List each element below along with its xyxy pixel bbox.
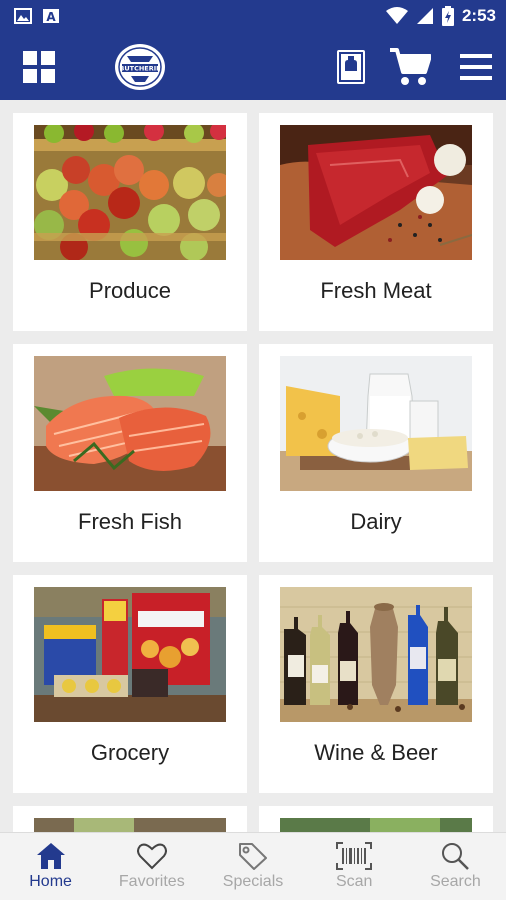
- nav-search-label: Search: [430, 873, 481, 890]
- battery-icon: [441, 6, 454, 26]
- category-tile-dairy[interactable]: Dairy: [259, 344, 493, 562]
- category-tile-fresh-meat[interactable]: Fresh Meat: [259, 113, 493, 331]
- tag-icon: [239, 843, 267, 870]
- nav-favorites-label: Favorites: [118, 873, 185, 890]
- category-tile-grocery[interactable]: Grocery: [13, 575, 247, 793]
- category-tile-produce[interactable]: Produce: [13, 113, 247, 331]
- dairy-image: [280, 356, 472, 491]
- nav-scan[interactable]: Scan: [304, 833, 405, 900]
- category-tile-partial[interactable]: [259, 806, 493, 832]
- logo-text: BUTCHERIE: [119, 65, 160, 73]
- shopping-list-icon[interactable]: [336, 49, 366, 85]
- fresh-meat-image: [280, 125, 472, 260]
- bottom-navigation: Home Favorites Specials Scan Search: [0, 832, 506, 900]
- category-tile-fresh-fish[interactable]: Fresh Fish: [13, 344, 247, 562]
- signal-icon: [416, 8, 433, 24]
- status-bar: A 2:53: [0, 0, 506, 34]
- butcherie-logo[interactable]: BUTCHERIE: [113, 42, 167, 92]
- categories-grid-icon[interactable]: [22, 50, 56, 84]
- nav-favorites[interactable]: Favorites: [101, 833, 202, 900]
- app-bar: BUTCHERIE: [0, 34, 506, 100]
- produce-image: [34, 125, 226, 260]
- nav-specials-label: Specials: [222, 873, 284, 890]
- svg-text:A: A: [46, 10, 56, 24]
- category-grid: Produce Fresh Meat Fresh Fish Dairy Groc…: [0, 100, 506, 832]
- heart-icon: [136, 843, 167, 870]
- barcode-icon: [336, 842, 373, 870]
- wine-beer-image: [280, 587, 472, 722]
- clock: 2:53: [461, 6, 496, 25]
- hamburger-menu-icon[interactable]: [459, 52, 493, 82]
- nav-scan-label: Scan: [335, 873, 373, 890]
- grocery-image: [34, 587, 226, 722]
- partial-category-image: [280, 818, 472, 832]
- category-label: Dairy: [350, 509, 402, 534]
- nav-search[interactable]: Search: [405, 833, 506, 900]
- search-icon: [442, 843, 470, 870]
- nav-home[interactable]: Home: [0, 833, 101, 900]
- category-label: Fresh Meat: [320, 278, 432, 303]
- home-icon: [36, 843, 65, 869]
- a-notification-icon: A: [43, 9, 59, 24]
- fresh-fish-image: [34, 356, 226, 491]
- category-tile-partial[interactable]: [13, 806, 247, 832]
- category-label: Produce: [89, 278, 171, 303]
- category-label: Grocery: [90, 740, 170, 765]
- cart-icon[interactable]: [389, 46, 431, 86]
- image-notification-icon: [14, 8, 32, 24]
- partial-category-image: [34, 818, 226, 832]
- nav-specials[interactable]: Specials: [202, 833, 303, 900]
- category-label: Fresh Fish: [78, 509, 182, 534]
- category-label: Wine & Beer: [314, 740, 438, 765]
- wifi-icon: [385, 7, 408, 24]
- category-tile-wine-beer[interactable]: Wine & Beer: [259, 575, 493, 793]
- nav-home-label: Home: [29, 873, 72, 890]
